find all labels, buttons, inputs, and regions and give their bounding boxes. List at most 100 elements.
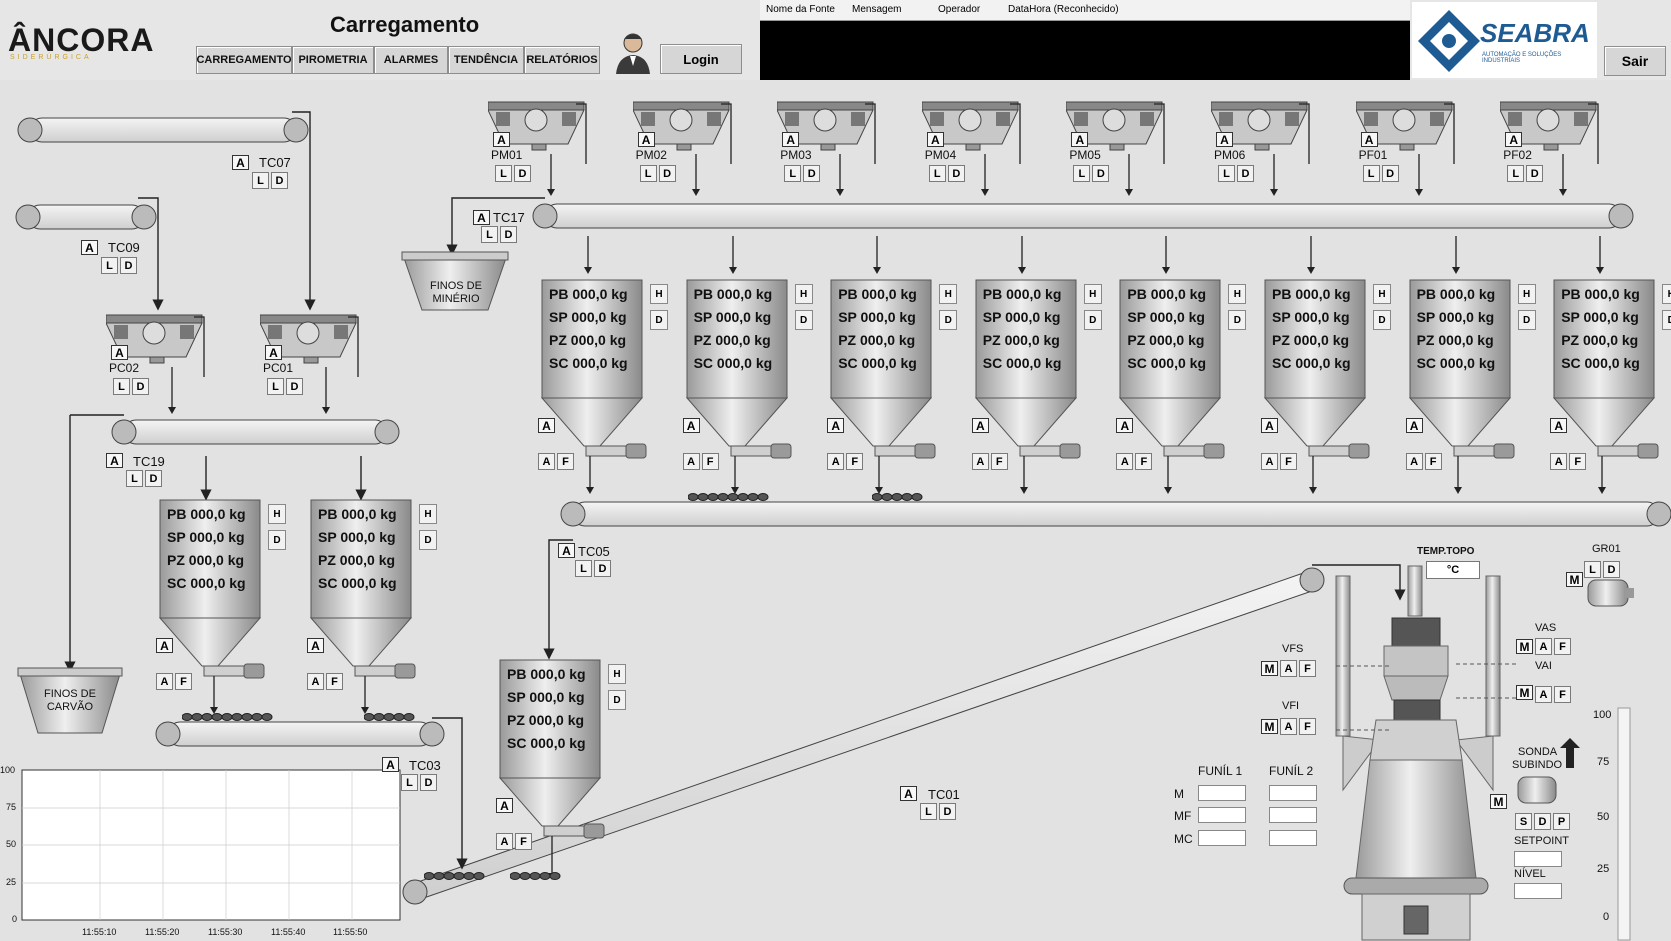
undefined-high-button[interactable]: H: [1517, 284, 1536, 304]
vfs-open-button[interactable]: A: [1280, 660, 1297, 677]
sonda-manual-button[interactable]: M: [1490, 794, 1507, 809]
undefined-auto-button[interactable]: A: [971, 418, 989, 433]
vfi-manual-button[interactable]: M: [1261, 719, 1278, 734]
tc09-local-button[interactable]: L: [101, 257, 118, 274]
vfi-open-button[interactable]: A: [1280, 718, 1297, 735]
gr01-remote-button[interactable]: D: [1603, 561, 1620, 578]
screen-pf01-remote-button[interactable]: D: [1381, 165, 1399, 182]
funil2-mf-field[interactable]: [1269, 807, 1317, 823]
tc03-local-button[interactable]: L: [401, 774, 418, 791]
tc07-local-button[interactable]: L: [252, 172, 269, 189]
screen-pm03-remote-button[interactable]: D: [803, 165, 821, 182]
undefined-high-button[interactable]: H: [1373, 284, 1391, 304]
screen-pc01-remote-button[interactable]: D: [286, 378, 303, 395]
tc05-auto-button[interactable]: A: [558, 543, 575, 558]
undefined-low-button[interactable]: D: [794, 310, 813, 330]
undefined-open-button[interactable]: A: [827, 453, 845, 470]
sonda-p-button[interactable]: P: [1553, 813, 1570, 830]
undefined-auto-button[interactable]: A: [538, 418, 555, 433]
undefined-close-button[interactable]: F: [701, 453, 719, 470]
undefined-low-button[interactable]: D: [1083, 310, 1102, 330]
screen-pm06-auto-button[interactable]: A: [1216, 132, 1233, 147]
undefined-open-button[interactable]: A: [682, 453, 700, 470]
undefined-close-button[interactable]: F: [990, 453, 1008, 470]
screen-pm06-remote-button[interactable]: D: [1237, 165, 1254, 182]
undefined-auto-button[interactable]: A: [682, 418, 700, 433]
vfs-close-button[interactable]: F: [1299, 660, 1316, 677]
screen-pm02-remote-button[interactable]: D: [658, 165, 676, 182]
undefined-close-button[interactable]: F: [557, 453, 574, 470]
screen-pm01-auto-button[interactable]: A: [493, 132, 510, 147]
vas-manual-button[interactable]: M: [1516, 639, 1533, 654]
undefined-close-button[interactable]: F: [175, 673, 192, 690]
screen-pm02-local-button[interactable]: L: [639, 165, 657, 182]
screen-pf02-remote-button[interactable]: D: [1526, 165, 1544, 182]
screen-pm01-local-button[interactable]: L: [495, 165, 512, 182]
tc17-local-button[interactable]: L: [481, 226, 498, 243]
vfi-close-button[interactable]: F: [1299, 718, 1316, 735]
tc19-remote-button[interactable]: D: [145, 470, 162, 487]
screen-pm02-auto-button[interactable]: A: [637, 132, 655, 147]
undefined-auto-button[interactable]: A: [1405, 418, 1423, 433]
screen-pm06-local-button[interactable]: L: [1218, 165, 1235, 182]
screen-pc02-auto-button[interactable]: A: [111, 345, 128, 360]
screen-pm05-local-button[interactable]: L: [1073, 165, 1091, 182]
tc05-local-button[interactable]: L: [575, 560, 592, 577]
undefined-low-button[interactable]: D: [650, 310, 668, 330]
undefined-auto-button[interactable]: A: [1261, 418, 1278, 433]
undefined-open-button[interactable]: A: [307, 673, 324, 690]
screen-pf01-local-button[interactable]: L: [1362, 165, 1380, 182]
undefined-close-button[interactable]: F: [515, 833, 532, 850]
undefined-auto-button[interactable]: A: [496, 798, 513, 813]
undefined-close-button[interactable]: F: [846, 453, 864, 470]
tc09-auto-button[interactable]: A: [81, 240, 98, 255]
undefined-open-button[interactable]: A: [538, 453, 555, 470]
screen-pc01-local-button[interactable]: L: [267, 378, 284, 395]
undefined-high-button[interactable]: H: [650, 284, 668, 304]
undefined-high-button[interactable]: H: [608, 664, 626, 684]
tc03-remote-button[interactable]: D: [420, 774, 437, 791]
undefined-open-button[interactable]: A: [1261, 453, 1278, 470]
funil1-mc-field[interactable]: [1198, 830, 1246, 846]
tc17-remote-button[interactable]: D: [500, 226, 517, 243]
tc19-local-button[interactable]: L: [126, 470, 143, 487]
undefined-low-button[interactable]: D: [1662, 310, 1671, 330]
undefined-high-button[interactable]: H: [1662, 284, 1671, 304]
undefined-high-button[interactable]: H: [268, 504, 286, 524]
undefined-auto-button[interactable]: A: [1550, 418, 1568, 433]
undefined-close-button[interactable]: F: [326, 673, 343, 690]
tc17-auto-button[interactable]: A: [473, 210, 490, 225]
screen-pf02-local-button[interactable]: L: [1507, 165, 1525, 182]
tc01-local-button[interactable]: L: [920, 803, 937, 820]
undefined-close-button[interactable]: F: [1424, 453, 1442, 470]
undefined-low-button[interactable]: D: [419, 530, 437, 550]
tc07-remote-button[interactable]: D: [271, 172, 288, 189]
undefined-low-button[interactable]: D: [1517, 310, 1536, 330]
vfs-manual-button[interactable]: M: [1261, 661, 1278, 676]
screen-pc02-local-button[interactable]: L: [113, 378, 130, 395]
tc01-auto-button[interactable]: A: [900, 786, 917, 801]
undefined-low-button[interactable]: D: [939, 310, 958, 330]
vai-manual-button[interactable]: M: [1516, 685, 1533, 700]
tc19-auto-button[interactable]: A: [106, 453, 123, 468]
tc05-remote-button[interactable]: D: [594, 560, 611, 577]
tc01-remote-button[interactable]: D: [939, 803, 956, 820]
vas-open-button[interactable]: A: [1535, 638, 1552, 655]
undefined-open-button[interactable]: A: [1116, 453, 1134, 470]
gr01-local-button[interactable]: L: [1584, 561, 1601, 578]
vai-open-button[interactable]: A: [1535, 686, 1552, 703]
undefined-low-button[interactable]: D: [268, 530, 286, 550]
screen-pm03-local-button[interactable]: L: [784, 165, 802, 182]
screen-pm03-auto-button[interactable]: A: [782, 132, 800, 147]
tc03-auto-button[interactable]: A: [382, 757, 399, 772]
screen-pm01-remote-button[interactable]: D: [514, 165, 531, 182]
undefined-high-button[interactable]: H: [939, 284, 958, 304]
screen-pm04-auto-button[interactable]: A: [926, 132, 944, 147]
undefined-close-button[interactable]: F: [1569, 453, 1587, 470]
vas-close-button[interactable]: F: [1554, 638, 1571, 655]
undefined-open-button[interactable]: A: [156, 673, 173, 690]
undefined-low-button[interactable]: D: [1228, 310, 1247, 330]
screen-pc02-remote-button[interactable]: D: [132, 378, 149, 395]
gr01-manual-button[interactable]: M: [1566, 572, 1583, 587]
vai-close-button[interactable]: F: [1554, 686, 1571, 703]
